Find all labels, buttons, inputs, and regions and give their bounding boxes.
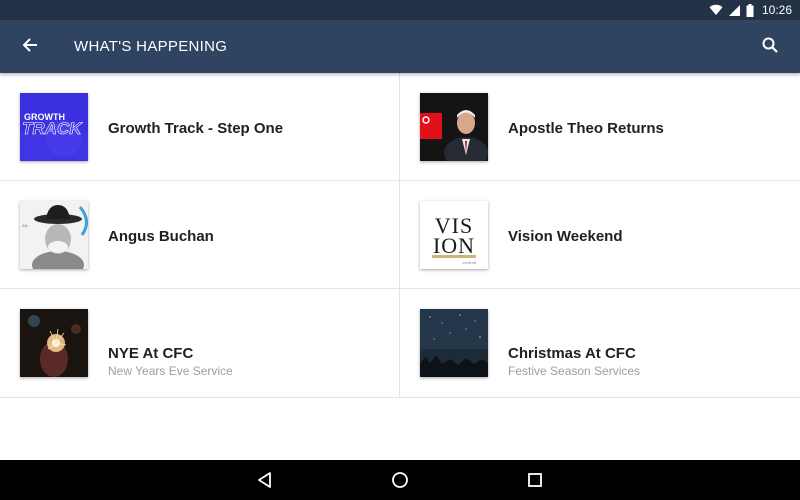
list-item[interactable]: Christmas At CFC Festive Season Services — [400, 289, 800, 398]
arrow-back-icon — [22, 37, 38, 58]
apostle-theo-thumbnail — [420, 93, 488, 161]
event-subtitle: Festive Season Services — [508, 364, 641, 378]
signal-icon — [728, 4, 740, 16]
event-subtitle: New Years Eve Service — [108, 364, 233, 378]
event-grid: GROWTH TRACK Growth Track - Step One Apo… — [0, 73, 800, 398]
event-title: NYE At CFC — [108, 345, 194, 362]
back-button[interactable] — [17, 34, 43, 60]
event-title: Apostle Theo Returns — [508, 120, 664, 137]
nye-thumbnail — [20, 309, 88, 377]
vision-weekend-thumbnail: VIS ION weekend — [420, 201, 488, 269]
status-bar: 10:26 — [0, 0, 800, 20]
svg-text:AN: AN — [22, 223, 28, 228]
back-triangle-icon — [255, 472, 275, 494]
christmas-thumbnail — [420, 309, 488, 377]
event-title: Christmas At CFC — [508, 345, 636, 362]
thumb-text-weekend: weekend — [462, 260, 477, 265]
thumb-text-track: TRACK — [22, 119, 83, 138]
event-title: Growth Track - Step One — [108, 120, 284, 137]
thumb-text-ion: ION — [433, 233, 475, 258]
event-title: Angus Buchan — [108, 228, 214, 245]
status-time: 10:26 — [761, 3, 792, 17]
list-item[interactable]: NYE At CFC New Years Eve Service — [0, 289, 400, 398]
list-item[interactable]: GROWTH TRACK Growth Track - Step One — [0, 73, 400, 181]
home-circle-icon — [390, 472, 410, 494]
nav-back-button[interactable] — [255, 470, 275, 490]
battery-icon — [746, 3, 754, 17]
list-item[interactable]: Apostle Theo Returns — [400, 73, 800, 181]
page-title: WHAT'S HAPPENING — [74, 38, 228, 55]
wifi-icon — [709, 4, 723, 16]
list-item[interactable]: AN Angus Buchan — [0, 181, 400, 289]
nav-home-button[interactable] — [390, 470, 410, 490]
list-item[interactable]: VIS ION weekend Vision Weekend — [400, 181, 800, 289]
event-title: Vision Weekend — [508, 228, 623, 245]
recents-square-icon — [525, 473, 545, 494]
growth-track-thumbnail: GROWTH TRACK — [20, 93, 88, 161]
angus-buchan-thumbnail: AN — [20, 201, 88, 269]
search-button[interactable] — [757, 34, 783, 60]
system-nav-bar — [0, 460, 800, 500]
search-icon — [762, 37, 778, 58]
nav-recents-button[interactable] — [525, 470, 545, 490]
app-bar: WHAT'S HAPPENING — [0, 20, 800, 73]
